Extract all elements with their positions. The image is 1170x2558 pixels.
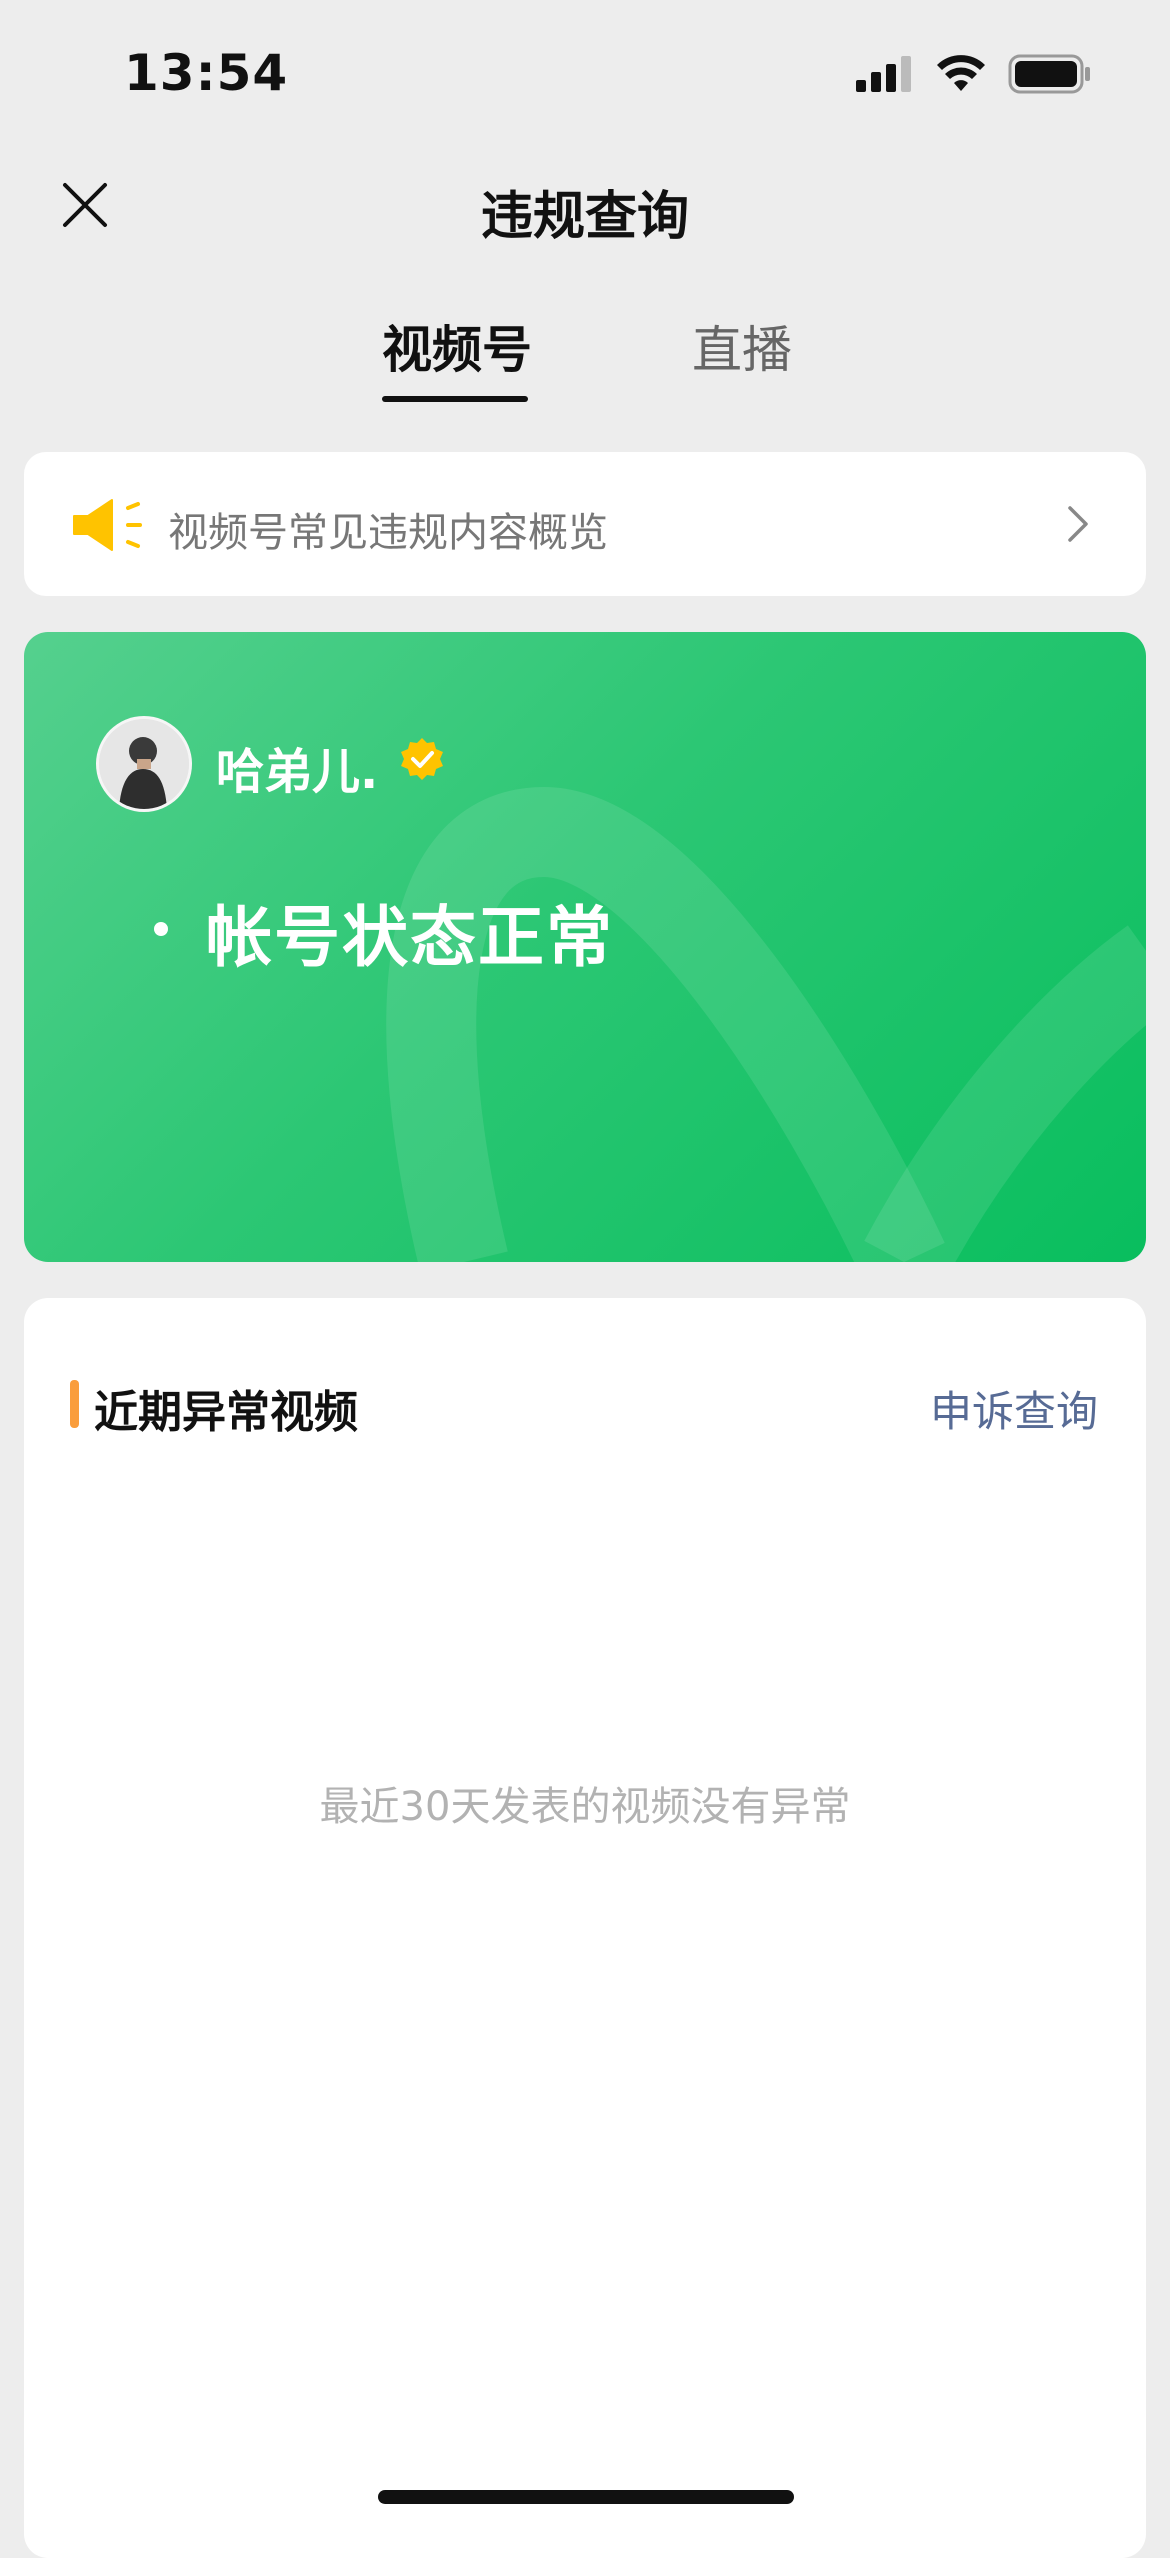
active-tab-indicator [382, 396, 528, 402]
status-bar: 13:54 [0, 0, 1170, 150]
violation-overview-notice[interactable]: 视频号常见违规内容概览 [24, 452, 1146, 596]
tab-live[interactable]: 直播 [692, 310, 792, 382]
status-icons [856, 54, 1092, 94]
recent-abnormal-videos-section: 近期异常视频 申诉查询 最近30天发表的视频没有异常 [24, 1298, 1146, 2558]
wifi-icon [937, 55, 985, 91]
avatar[interactable] [96, 716, 192, 812]
tab-bar: 视频号 直播 [0, 300, 1170, 410]
username: 哈弟儿. [216, 744, 379, 800]
page-title: 违规查询 [480, 187, 689, 247]
cellular-signal-icon [856, 56, 911, 92]
home-indicator[interactable] [378, 2490, 794, 2504]
section-title: 近期异常视频 [94, 1387, 358, 1438]
megaphone-icon [73, 499, 142, 551]
battery-icon [1008, 54, 1090, 94]
account-status-text: 帐号状态正常 [206, 899, 614, 976]
chevron-right-icon [1068, 506, 1088, 542]
status-time: 13:54 [124, 44, 289, 102]
tab-video-channel[interactable]: 视频号 [382, 310, 532, 382]
appeal-query-link[interactable]: 申诉查询 [930, 1378, 1098, 1439]
verified-badge-icon [401, 738, 443, 780]
notice-text: 视频号常见违规内容概览 [168, 510, 608, 556]
account-status-card: 哈弟儿. 帐号状态正常 [24, 632, 1146, 1262]
section-accent-bar [70, 1380, 79, 1428]
empty-state-text: 最近30天发表的视频没有异常 [319, 1784, 851, 1830]
nav-bar: 违规查询 [0, 150, 1170, 270]
status-bullet [154, 922, 168, 936]
avatar-image [99, 719, 189, 809]
